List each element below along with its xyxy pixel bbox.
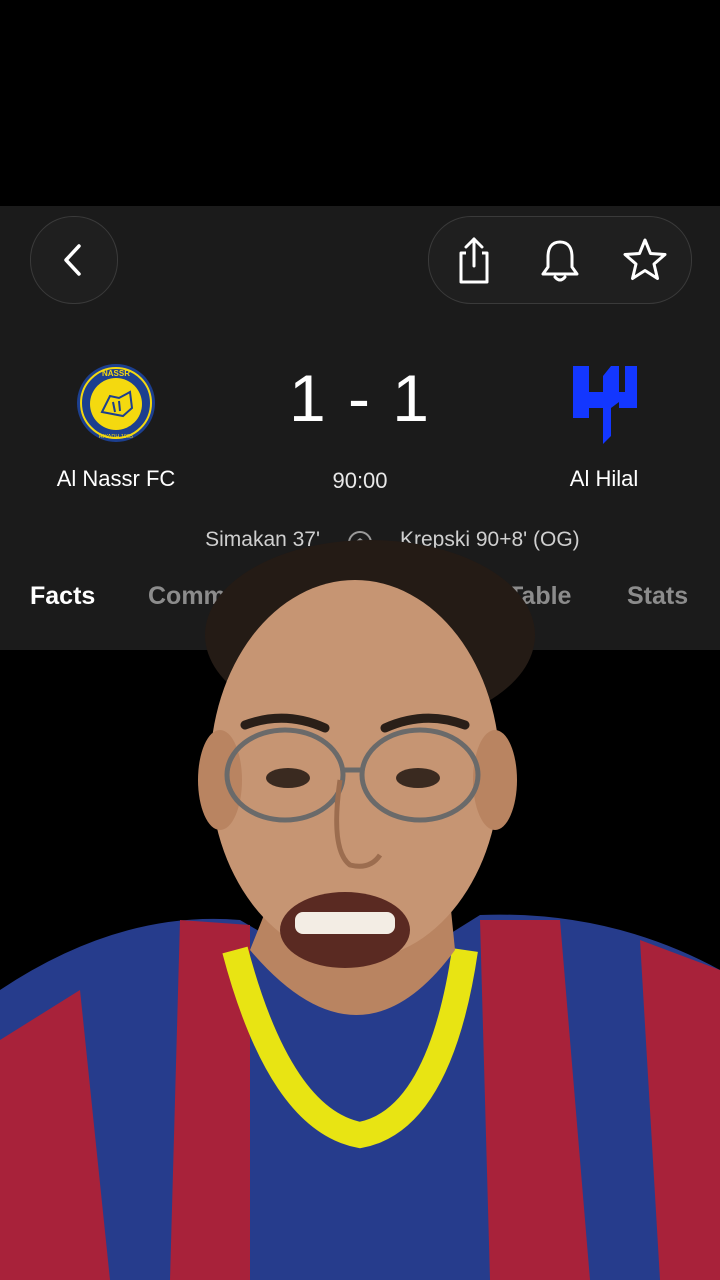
away-team-name[interactable]: Al Hilal <box>484 466 720 492</box>
star-icon <box>623 238 667 280</box>
person-figure <box>0 540 720 1280</box>
favorite-button[interactable] <box>617 232 673 288</box>
match-clock: 90:00 <box>332 468 388 493</box>
svg-text:RIYADH 1955: RIYADH 1955 <box>99 434 133 440</box>
home-team-name[interactable]: Al Nassr FC <box>0 466 236 492</box>
chevron-left-icon <box>64 244 81 276</box>
bell-icon <box>541 240 579 282</box>
share-button[interactable] <box>446 232 502 288</box>
top-black-area <box>0 0 720 206</box>
video-overlay <box>0 520 720 1280</box>
back-button[interactable] <box>30 216 118 304</box>
al-hilal-crest[interactable] <box>563 362 645 444</box>
notifications-button[interactable] <box>532 232 588 288</box>
svg-text:NASSR: NASSR <box>102 369 130 378</box>
al-nassr-crest[interactable]: NASSR RIYADH 1955 <box>75 362 157 444</box>
match-score: 1 - 1 <box>288 361 432 435</box>
share-icon <box>459 237 489 284</box>
